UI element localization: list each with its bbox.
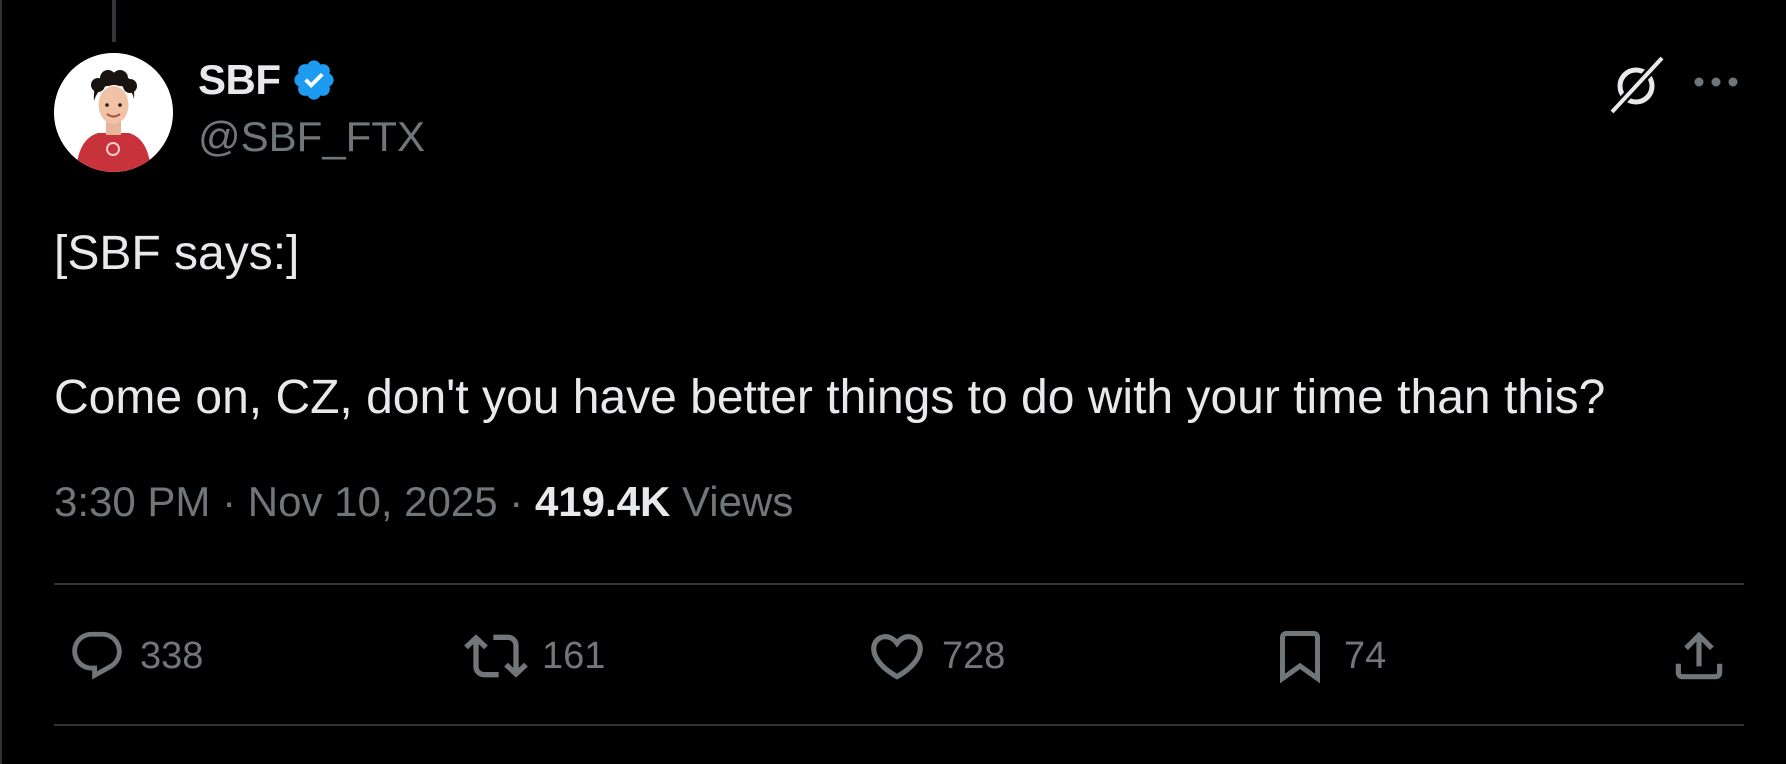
repost-arrows-icon bbox=[464, 634, 528, 678]
tweet-time[interactable]: 3:30 PM bbox=[54, 478, 210, 525]
bookmark-count: 74 bbox=[1344, 634, 1387, 677]
author-name-row: SBF bbox=[198, 52, 337, 108]
heart-icon bbox=[871, 634, 923, 680]
action-bar: 338 161 728 74 bbox=[54, 620, 1744, 692]
grok-icon[interactable] bbox=[1604, 52, 1668, 116]
bookmark-icon bbox=[1280, 631, 1320, 684]
author-handle[interactable]: @SBF_FTX bbox=[198, 113, 425, 161]
reply-button[interactable]: 338 bbox=[68, 620, 203, 692]
views-label[interactable]: Views bbox=[682, 478, 793, 525]
share-upload-icon bbox=[1675, 631, 1723, 680]
meta-separator: · bbox=[210, 478, 248, 525]
reply-bubble-icon bbox=[72, 631, 122, 680]
author-display-name[interactable]: SBF bbox=[198, 56, 281, 104]
views-count[interactable]: 419.4K bbox=[535, 478, 670, 525]
like-count: 728 bbox=[942, 634, 1006, 677]
verified-badge-icon[interactable] bbox=[291, 57, 337, 103]
reply-count: 338 bbox=[140, 634, 204, 677]
divider-top bbox=[54, 583, 1744, 585]
thread-border bbox=[0, 0, 2, 764]
meta-separator: · bbox=[497, 478, 535, 525]
thread-connector-line bbox=[112, 0, 116, 42]
repost-count: 161 bbox=[542, 634, 606, 677]
divider-bottom bbox=[54, 724, 1744, 726]
share-button[interactable] bbox=[1668, 620, 1730, 692]
tweet-metadata: 3:30 PM · Nov 10, 2025 · 419.4K Views bbox=[54, 478, 793, 526]
like-button[interactable]: 728 bbox=[866, 620, 1005, 692]
repost-button[interactable]: 161 bbox=[464, 620, 605, 692]
avatar[interactable] bbox=[54, 53, 173, 172]
more-dots-icon[interactable] bbox=[1690, 62, 1742, 102]
tweet-text: [SBF says:] Come on, CZ, don't you have … bbox=[54, 227, 1606, 424]
bookmark-button[interactable]: 74 bbox=[1270, 620, 1386, 692]
tweet-date[interactable]: Nov 10, 2025 bbox=[248, 478, 498, 525]
